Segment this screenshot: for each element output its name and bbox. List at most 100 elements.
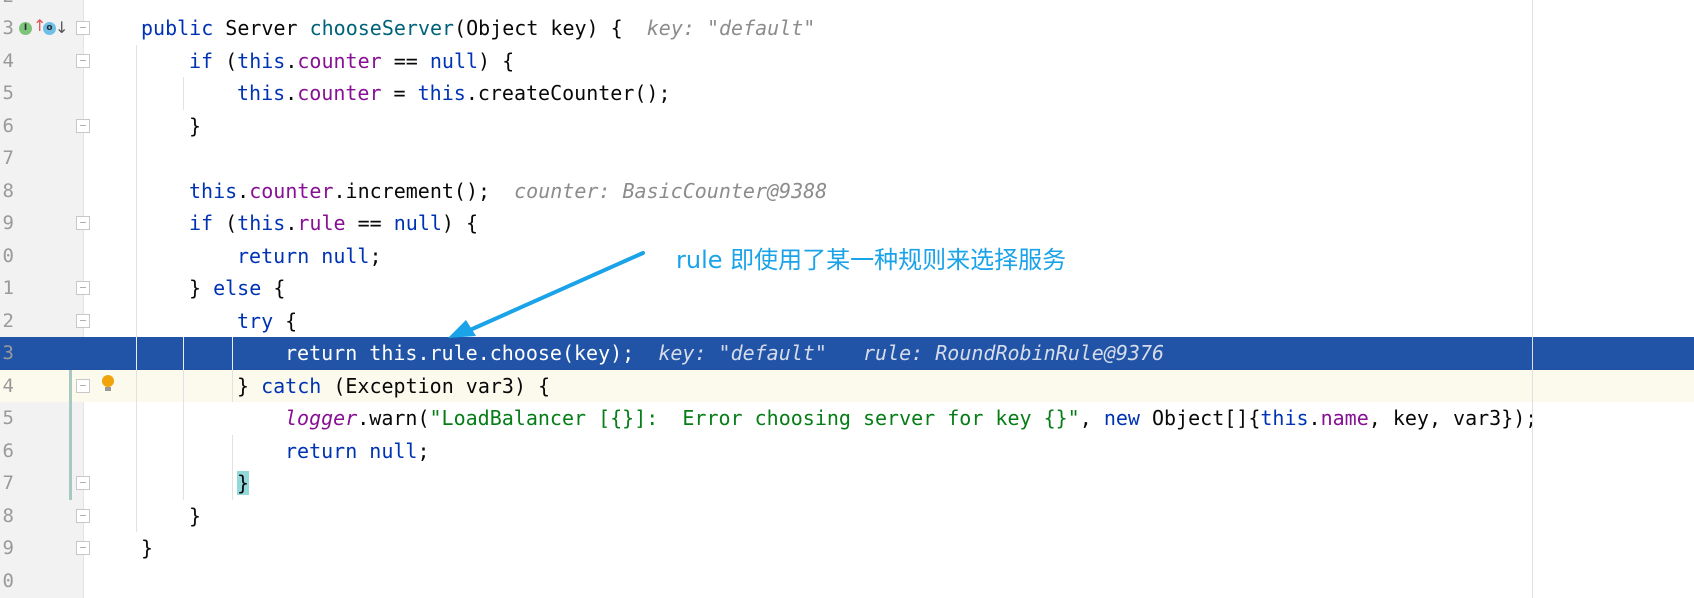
- fold-toggle-icon[interactable]: [76, 378, 90, 393]
- fold-toggle-icon[interactable]: [76, 216, 90, 230]
- line-number[interactable]: 8: [0, 175, 14, 208]
- code-token: catch: [261, 373, 334, 398]
- code-token: return null: [237, 243, 370, 268]
- code-token: else: [213, 276, 274, 300]
- code-token: this: [369, 341, 418, 365]
- code-token: }: [189, 113, 202, 138]
- code-text[interactable]: }: [189, 500, 201, 533]
- code-text[interactable]: logger.warn("LoadBalancer [{}]: Error ch…: [285, 402, 1537, 435]
- fold-toggle-icon[interactable]: [76, 281, 90, 295]
- code-token: .: [285, 211, 298, 235]
- code-line[interactable]: 8}: [0, 500, 1694, 533]
- fold-toggle-icon[interactable]: [76, 508, 90, 523]
- code-token: name: [1320, 406, 1369, 430]
- line-number[interactable]: 7: [0, 467, 14, 500]
- line-number[interactable]: 9: [0, 207, 14, 240]
- fold-toggle-icon[interactable]: [76, 118, 90, 133]
- code-line[interactable]: 9 if (this.rule == null) {: [0, 207, 1694, 240]
- code-line[interactable]: 1} else {: [0, 272, 1694, 305]
- fold-toggle-icon[interactable]: [76, 21, 90, 35]
- code-token: ;: [417, 438, 430, 463]
- code-token: (Object key) {: [454, 16, 623, 40]
- code-line[interactable]: 5 logger.warn("LoadBalancer [{}]: Error c…: [0, 402, 1694, 435]
- code-line[interactable]: 4 if (this.counter == null) {: [0, 45, 1694, 78]
- annotation-text: rule 即使用了某一种规则来选择服务: [676, 246, 1067, 274]
- line-number[interactable]: 8: [0, 500, 14, 533]
- code-line[interactable]: 5 this.counter = this.createCounter();: [0, 77, 1694, 110]
- line-number[interactable]: 4: [0, 45, 14, 78]
- code-text[interactable]: try {: [237, 305, 297, 338]
- lightbulb-icon[interactable]: [102, 374, 114, 391]
- indent-guide: [183, 337, 184, 370]
- code-text[interactable]: } catch (Exception var3) {: [237, 370, 550, 403]
- code-line[interactable]: 2 try {: [0, 305, 1694, 338]
- code-token: =: [381, 81, 418, 105]
- code-token: logger: [285, 406, 358, 430]
- line-number[interactable]: 2: [0, 305, 14, 338]
- code-line[interactable]: 2: [0, 0, 1694, 12]
- line-number[interactable]: 9: [0, 532, 14, 565]
- code-line[interactable]: 0: [0, 565, 1694, 598]
- indent-guide: [232, 434, 233, 500]
- line-number[interactable]: 0: [0, 565, 14, 598]
- indent-guide: [232, 337, 233, 370]
- code-line[interactable]: 4} catch (Exception var3) {: [0, 369, 1694, 403]
- indent-guide: [183, 77, 184, 110]
- fold-toggle-icon[interactable]: [76, 541, 90, 555]
- code-text[interactable]: } else {: [189, 272, 285, 305]
- code-text[interactable]: return this.rule.choose(key); key: "defa…: [285, 337, 1164, 370]
- fold-toggle-icon[interactable]: [76, 53, 90, 68]
- line-number[interactable]: 4: [0, 370, 14, 403]
- code-line[interactable]: 3 public Server chooseServer(Object key) …: [0, 12, 1694, 45]
- code-line[interactable]: 8 this.counter.increment(); counter: Basi…: [0, 175, 1694, 208]
- code-token: }: [189, 276, 214, 300]
- code-text[interactable]: this.counter.increment(); counter: Basic…: [189, 175, 827, 208]
- code-line[interactable]: 7}: [0, 467, 1694, 500]
- code-token: if: [189, 211, 226, 235]
- code-token: Server: [225, 16, 310, 40]
- code-line[interactable]: 7: [0, 142, 1694, 175]
- code-token: Object[]{: [1151, 406, 1261, 430]
- code-token: {: [273, 276, 286, 300]
- code-token: this: [237, 211, 286, 235]
- execution-line[interactable]: 3 return this.rule.choose(key); key: "def…: [0, 337, 1694, 370]
- line-number[interactable]: 6: [0, 435, 14, 468]
- code-token: counter: [297, 81, 382, 105]
- code-token: ) {: [478, 48, 515, 73]
- code-token: }: [237, 373, 262, 398]
- line-number[interactable]: 0: [0, 240, 14, 273]
- line-number[interactable]: 1: [0, 272, 14, 305]
- code-text[interactable]: this.counter = this.createCounter();: [237, 77, 671, 110]
- code-token: }: [141, 536, 154, 560]
- code-line[interactable]: 6}: [0, 110, 1694, 143]
- code-token: return: [285, 341, 370, 365]
- line-number[interactable]: 5: [0, 77, 14, 110]
- code-text[interactable]: return null;: [237, 240, 382, 273]
- code-token: }: [237, 471, 250, 495]
- code-token: rule: [429, 341, 478, 365]
- code-text[interactable]: public Server chooseServer(Object key) {…: [141, 12, 815, 45]
- code-text[interactable]: if (this.counter == null) {: [189, 45, 514, 78]
- line-number[interactable]: 2: [0, 0, 14, 12]
- code-token: (Exception var3) {: [333, 373, 551, 398]
- line-number[interactable]: 7: [0, 142, 14, 175]
- code-token: .increment();: [333, 178, 491, 203]
- fold-toggle-icon[interactable]: [76, 476, 90, 490]
- code-line[interactable]: 9}: [0, 532, 1694, 565]
- code-text[interactable]: }: [141, 532, 153, 565]
- code-token: this: [237, 48, 286, 73]
- line-number[interactable]: 5: [0, 402, 14, 435]
- line-number[interactable]: 3: [0, 12, 14, 45]
- code-text[interactable]: if (this.rule == null) {: [189, 207, 478, 240]
- code-token: ==: [381, 48, 430, 73]
- code-text[interactable]: }: [189, 110, 201, 143]
- fold-toggle-icon[interactable]: [76, 313, 90, 328]
- code-line[interactable]: 6 return null;: [0, 435, 1694, 468]
- code-text[interactable]: }: [237, 467, 250, 500]
- code-text[interactable]: return null;: [285, 435, 430, 468]
- line-number[interactable]: 6: [0, 110, 14, 143]
- code-token: (: [225, 48, 238, 73]
- vcs-change-marker[interactable]: [69, 369, 72, 500]
- implements-icon[interactable]: I: [19, 22, 32, 35]
- line-number[interactable]: 3: [0, 337, 14, 370]
